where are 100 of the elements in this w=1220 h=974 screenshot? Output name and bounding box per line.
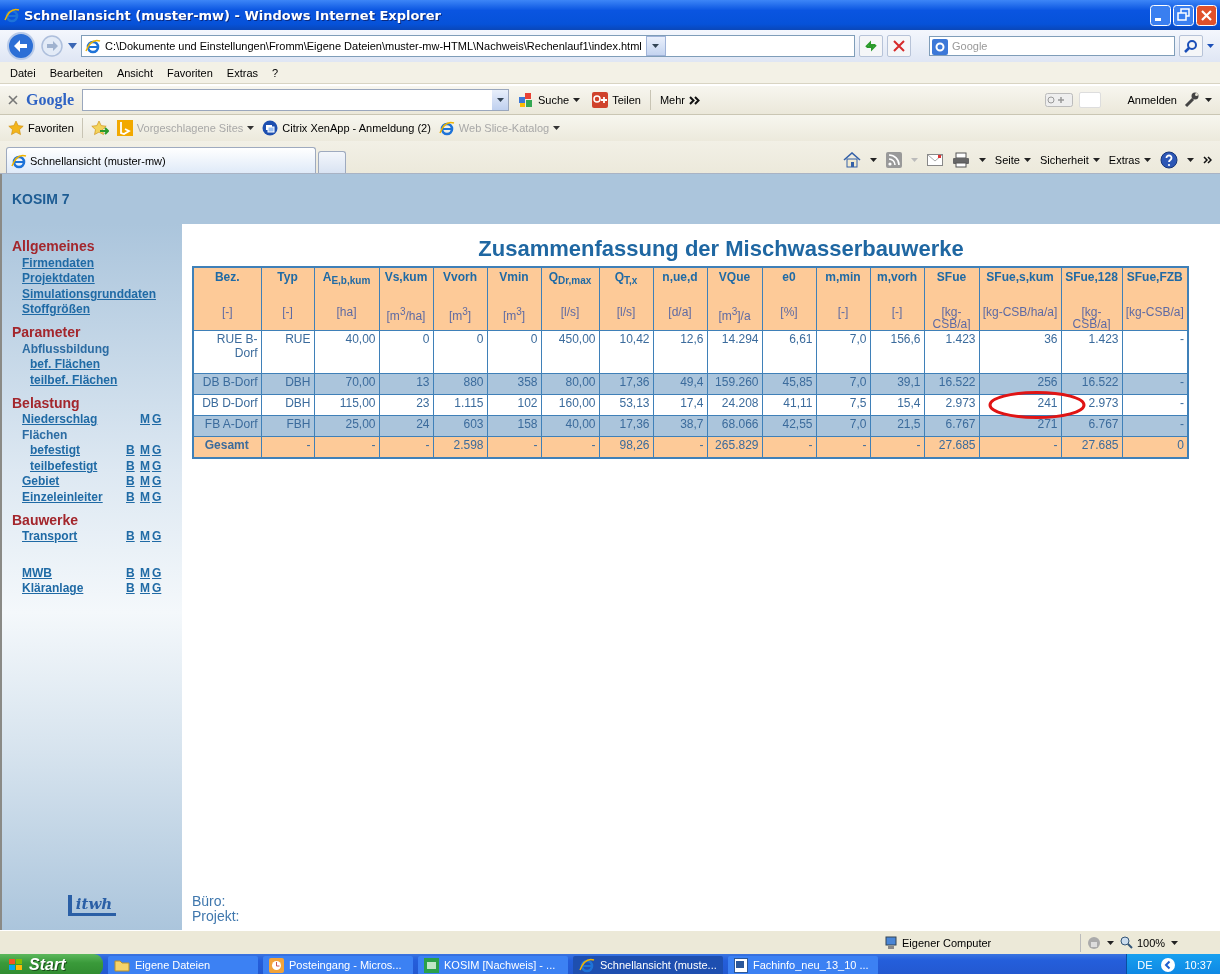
close-icon[interactable] <box>8 95 18 105</box>
nav-link[interactable]: G <box>152 412 162 427</box>
nav-link[interactable]: MWB <box>22 565 126 580</box>
browser-tab[interactable]: Schnellansicht (muster-mw) <box>6 147 316 173</box>
close-icon <box>893 40 905 52</box>
menu-item[interactable]: Datei <box>10 66 36 79</box>
nav-link[interactable]: G <box>152 529 162 544</box>
nav-link[interactable]: G <box>152 581 162 596</box>
nav-link[interactable]: Transport <box>22 529 126 544</box>
nav-link[interactable]: M <box>140 474 150 489</box>
nav-link[interactable]: befestigt <box>30 443 126 458</box>
command-button[interactable]: Sicherheit <box>1039 154 1100 166</box>
nav-link[interactable]: B <box>126 581 135 596</box>
double-chevron-icon[interactable] <box>1203 156 1212 164</box>
nav-link[interactable]: M <box>140 529 150 544</box>
nav-link[interactable]: M <box>140 565 150 580</box>
minimize-button[interactable] <box>1150 4 1171 26</box>
page-title: Zusammenfassung der Mischwasserbauwerke <box>478 236 964 262</box>
toolbar-button[interactable]: Suche <box>515 90 584 110</box>
taskbar-button[interactable]: Eigene Dateien <box>108 955 258 974</box>
nav-link[interactable]: M <box>140 581 150 596</box>
nav-link[interactable]: Einzeleinleiter <box>22 489 126 504</box>
mail-icon[interactable] <box>926 154 943 166</box>
nav-link[interactable]: M <box>140 489 150 504</box>
language-indicator[interactable]: DE <box>1137 959 1153 971</box>
unit-label: [-] <box>220 306 234 318</box>
nav-link[interactable]: Simulationsgrunddaten <box>22 286 164 301</box>
menu-item[interactable]: Extras <box>226 66 259 79</box>
taskbar-button[interactable]: KOSIM [Nachweis] - ... <box>418 955 568 974</box>
column-title: Q$_{T,x}$ <box>613 270 639 289</box>
search-button[interactable] <box>1179 35 1203 57</box>
nav-link[interactable]: G <box>152 489 162 504</box>
restore-button[interactable] <box>1173 4 1194 26</box>
add-favorite-icon[interactable] <box>90 120 109 136</box>
nav-link[interactable]: B <box>126 529 135 544</box>
nav-link[interactable]: B <box>126 458 135 473</box>
close-button[interactable] <box>1196 4 1217 26</box>
stop-button[interactable] <box>887 35 911 57</box>
clock: 10:37 <box>1184 959 1212 971</box>
back-button[interactable] <box>6 31 36 61</box>
nav-link[interactable]: teilbef. Flächen <box>30 372 164 387</box>
taskbar-button[interactable]: Schnellansicht (muste... <box>573 955 723 974</box>
column-title: n,ue,d <box>661 270 699 286</box>
footer-label: Projekt: <box>192 909 241 924</box>
unit-label: [m$^{3}$] <box>447 306 473 322</box>
favorites-button[interactable]: Favoriten <box>8 120 74 136</box>
column-title: Typ <box>276 270 299 286</box>
nav-link[interactable]: Projektdaten <box>22 271 164 286</box>
refresh-button[interactable] <box>859 35 883 57</box>
menu-item[interactable]: Bearbeiten <box>49 66 103 79</box>
nav-link[interactable]: G <box>152 458 162 473</box>
table-cell: FB A-Dorf <box>193 415 261 437</box>
favorite-link[interactable]: Citrix XenApp - Anmeldung (2) <box>262 120 431 136</box>
nav-link[interactable]: B <box>126 443 135 458</box>
nav-link[interactable]: bef. Flächen <box>30 357 164 372</box>
nav-link[interactable]: G <box>152 565 162 580</box>
wrench-icon[interactable] <box>1183 92 1199 108</box>
menu-item[interactable]: Favoriten <box>167 66 213 79</box>
nav-link[interactable]: Stoffgrößen <box>22 302 164 317</box>
caret-icon <box>869 158 877 162</box>
nav-link[interactable]: Firmendaten <box>22 255 164 270</box>
ie-icon <box>4 7 20 23</box>
ie-icon <box>11 152 27 169</box>
nav-link[interactable]: M <box>140 412 150 427</box>
nav-link[interactable]: M <box>140 443 150 458</box>
command-button[interactable]: Seite <box>994 154 1031 166</box>
caret-icon[interactable] <box>68 43 77 49</box>
menu-item[interactable]: Ansicht <box>116 66 153 79</box>
unit-label: [-] <box>890 306 904 318</box>
dropdown-button[interactable] <box>645 36 666 56</box>
caret-icon <box>1107 940 1114 945</box>
feed-icon[interactable] <box>885 152 902 168</box>
taskbar-button[interactable]: Fachinfo_neu_13_10 ... <box>728 955 878 974</box>
nav-link[interactable]: Niederschlag <box>22 412 126 427</box>
search-field[interactable] <box>82 89 509 111</box>
printer-icon[interactable] <box>951 152 970 168</box>
zoom-button[interactable]: 100% <box>1120 936 1166 949</box>
address-field[interactable]: C:\Dokumente und Einstellungen\Fromm\Eigene Dateien\muster-mw-HTML\Nachweis\Rechenlauf1\index.html <box>81 35 855 57</box>
home-icon[interactable] <box>842 152 861 168</box>
nav-link[interactable]: Kläranlage <box>22 581 126 596</box>
start-button[interactable]: Start <box>0 954 103 974</box>
command-button[interactable]: Extras <box>1108 154 1151 166</box>
help-icon[interactable] <box>1160 151 1178 169</box>
menu-item[interactable]: ? <box>272 66 279 79</box>
table-cell: 0 <box>433 330 487 374</box>
chevron-icon[interactable] <box>1160 957 1177 973</box>
nav-link[interactable]: B <box>126 474 135 489</box>
nav-link[interactable]: B <box>126 565 135 580</box>
toolbar-button[interactable]: Mehr <box>656 92 703 108</box>
unit-label: [kg-CSB/a] <box>1124 306 1185 318</box>
sign-in-link[interactable]: Anmelden <box>1127 94 1177 106</box>
nav-link[interactable]: B <box>126 489 135 504</box>
nav-link[interactable]: G <box>152 474 162 489</box>
search-field[interactable]: Google <box>929 36 1175 56</box>
toolbar-button[interactable]: Teilen <box>589 90 644 110</box>
nav-link[interactable]: teilbefestigt <box>30 458 126 473</box>
taskbar-button[interactable]: Posteingang - Micros... <box>263 955 413 974</box>
nav-link[interactable]: G <box>152 443 162 458</box>
nav-link[interactable]: Gebiet <box>22 474 126 489</box>
nav-link[interactable]: M <box>140 458 150 473</box>
